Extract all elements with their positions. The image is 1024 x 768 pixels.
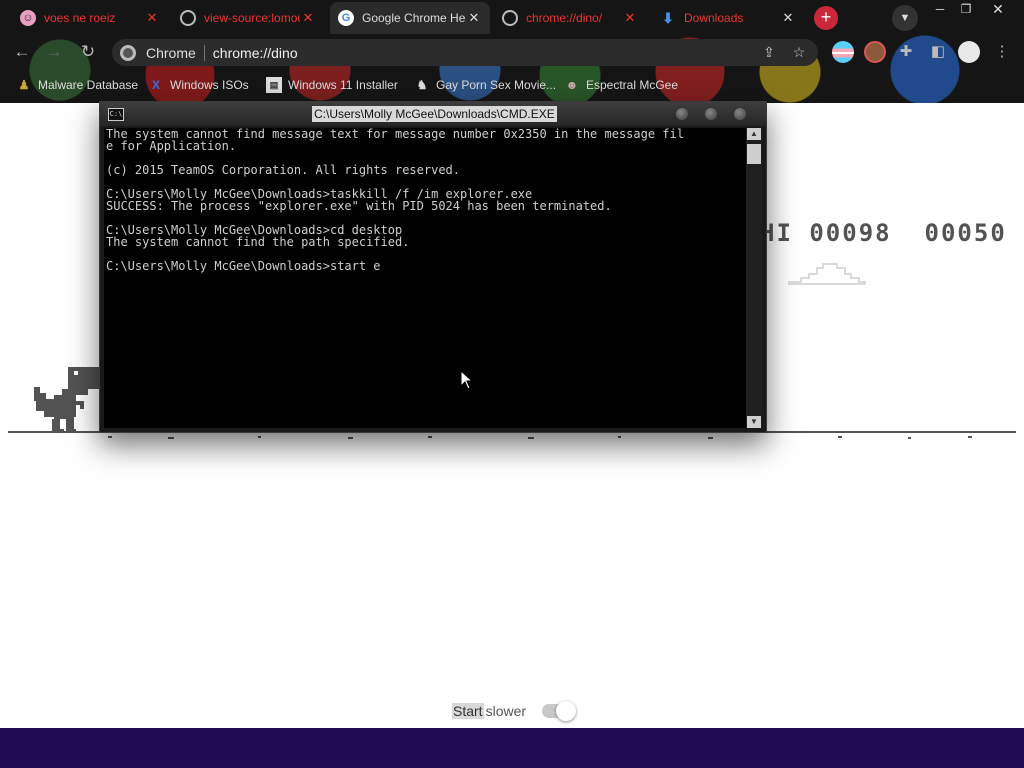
desktop-screen: ☺ voes ne roeiz ✕ view-source:lomou ✕ G … xyxy=(0,0,1024,768)
cmd-window[interactable]: C:\ C:\Users\Molly McGee\Downloads\CMD.E… xyxy=(99,101,767,433)
bookmark-windows-11-installer[interactable]: ▤ Windows 11 Installer xyxy=(266,76,398,94)
cmd-title-text: C:\Users\Molly McGee\Downloads\CMD.EXE xyxy=(312,106,557,122)
person-icon: ♟ xyxy=(18,78,30,92)
tab-close-icon[interactable]: ✕ xyxy=(144,10,160,26)
cmd-line: C:\Users\Molly McGee\Downloads>start e xyxy=(106,259,381,273)
bookmark-label: Gay Porn Sex Movie... xyxy=(436,78,557,92)
tab-title: Google Chrome He xyxy=(362,11,466,25)
omnibox-chip: Chrome xyxy=(146,44,196,61)
tab-search-chevron-icon[interactable]: ▼ xyxy=(892,5,918,31)
tab-close-icon[interactable]: ✕ xyxy=(300,10,316,26)
cmd-window-icon: C:\ xyxy=(108,108,124,121)
tab-title: view-source:lomou xyxy=(204,11,300,25)
extension-avatar-icon[interactable] xyxy=(864,41,886,63)
tab-favicon-icon: ☺ xyxy=(20,10,36,26)
cmd-minimize-button[interactable] xyxy=(676,108,688,120)
close-window-button[interactable]: ✕ xyxy=(984,0,1012,18)
tab-5[interactable]: ⬇ Downloads ✕ xyxy=(652,2,804,34)
url-text[interactable]: chrome://dino xyxy=(213,45,758,61)
bookmark-star-icon[interactable]: ☆ xyxy=(788,44,810,61)
bookmark-label: Malware Database xyxy=(38,78,139,92)
new-tab-button[interactable]: + xyxy=(814,6,838,30)
tab-title: voes ne roeiz xyxy=(44,11,116,25)
bookmark-label: Windows 11 Installer xyxy=(288,78,398,92)
cmd-scrollbar[interactable]: ▲ ▼ xyxy=(746,128,762,428)
tab-title: chrome://dino/ xyxy=(526,11,603,25)
bookmarks-bar: ♟ Malware Database X Windows ISOs ▤ Wind… xyxy=(0,72,1024,98)
browser-frame: ☺ voes ne roeiz ✕ view-source:lomou ✕ G … xyxy=(0,0,1024,103)
toolbar: ← → ↻ Chrome chrome://dino ⇪ ☆ ✚ ◧ ⋮ xyxy=(0,36,1024,68)
cmd-console-output[interactable]: The system cannot find message text for … xyxy=(104,128,746,428)
globe-icon xyxy=(180,10,196,26)
extension-flag-icon[interactable] xyxy=(832,41,854,63)
reload-icon[interactable]: ↻ xyxy=(76,40,100,64)
menu-kebab-icon[interactable]: ⋮ xyxy=(990,40,1014,64)
score-display: HI 00098 00050 xyxy=(760,219,1007,247)
chrome-logo-icon xyxy=(120,44,136,61)
bookmark-espectral-mcgee[interactable]: ☻ Espectral McGee xyxy=(564,76,678,94)
ground-texture xyxy=(108,436,972,439)
page-icon: ▤ xyxy=(266,77,282,93)
tab-title: Downloads xyxy=(684,11,744,25)
extensions-puzzle-icon[interactable]: ✚ xyxy=(894,40,918,64)
slower-toggle-row[interactable]: Start slower xyxy=(452,701,577,721)
profile-avatar-icon[interactable] xyxy=(958,41,980,63)
tab-close-icon[interactable]: ✕ xyxy=(780,10,796,26)
download-icon: ⬇ xyxy=(662,9,674,26)
bookmark-label: Espectral McGee xyxy=(586,78,679,92)
cmd-close-button[interactable] xyxy=(734,108,746,120)
tab-close-icon[interactable]: ✕ xyxy=(466,10,482,26)
bookmark-malware-database[interactable]: ♟ Malware Database xyxy=(16,76,138,94)
x-logo-icon: X xyxy=(151,78,160,92)
side-panel-icon[interactable]: ◧ xyxy=(926,40,950,64)
cmd-maximize-button[interactable] xyxy=(705,108,717,120)
taskbar xyxy=(0,728,1024,768)
scroll-down-arrow-icon[interactable]: ▼ xyxy=(747,416,761,428)
back-arrow-icon[interactable]: ← xyxy=(10,40,34,64)
tab-2[interactable]: view-source:lomou ✕ xyxy=(172,2,324,34)
globe-icon xyxy=(502,10,518,26)
slower-label: slower xyxy=(485,703,527,719)
tab-strip: ☺ voes ne roeiz ✕ view-source:lomou ✕ G … xyxy=(0,0,1024,36)
tab-close-icon[interactable]: ✕ xyxy=(622,10,638,26)
cmd-line: SUCCESS: The process "explorer.exe" with… xyxy=(106,199,612,213)
mouse-cursor-icon xyxy=(460,370,474,390)
minimize-button[interactable]: ─ xyxy=(926,0,954,18)
t-rex-dino-icon xyxy=(34,367,100,433)
slower-toggle-switch[interactable] xyxy=(542,701,577,721)
high-score: 00098 xyxy=(809,219,892,247)
slower-label-start: Start xyxy=(452,703,484,719)
cmd-title-bar[interactable]: C:\ C:\Users\Molly McGee\Downloads\CMD.E… xyxy=(100,102,766,126)
scroll-thumb[interactable] xyxy=(747,144,761,164)
site-logo-icon: ♞ xyxy=(416,78,428,92)
cmd-line: The system cannot find the path specifie… xyxy=(106,235,410,249)
restore-button[interactable]: ❐ xyxy=(952,0,980,18)
omnibox-separator xyxy=(203,44,205,61)
cloud-icon xyxy=(788,263,866,285)
address-bar[interactable]: Chrome chrome://dino ⇪ ☆ xyxy=(112,39,818,66)
cmd-line: e for Application. xyxy=(106,139,237,153)
tab-3-active[interactable]: G Google Chrome He ✕ xyxy=(330,2,490,34)
google-icon: G xyxy=(338,10,354,26)
tab-4[interactable]: chrome://dino/ ✕ xyxy=(494,2,646,34)
share-icon[interactable]: ⇪ xyxy=(758,44,780,61)
scroll-up-arrow-icon[interactable]: ▲ xyxy=(747,128,761,140)
bookmark-windows-isos[interactable]: X Windows ISOs xyxy=(148,76,249,94)
current-score: 00050 xyxy=(924,219,1007,247)
cmd-line: (c) 2015 TeamOS Corporation. All rights … xyxy=(106,163,461,177)
bookmark-movie-site[interactable]: ♞ Gay Porn Sex Movie... xyxy=(414,76,556,94)
forward-arrow-icon[interactable]: → xyxy=(42,40,66,64)
tab-1[interactable]: ☺ voes ne roeiz ✕ xyxy=(12,2,168,34)
toggle-knob xyxy=(556,701,577,721)
bookmark-label: Windows ISOs xyxy=(170,78,249,92)
ghost-icon: ☻ xyxy=(565,78,579,92)
